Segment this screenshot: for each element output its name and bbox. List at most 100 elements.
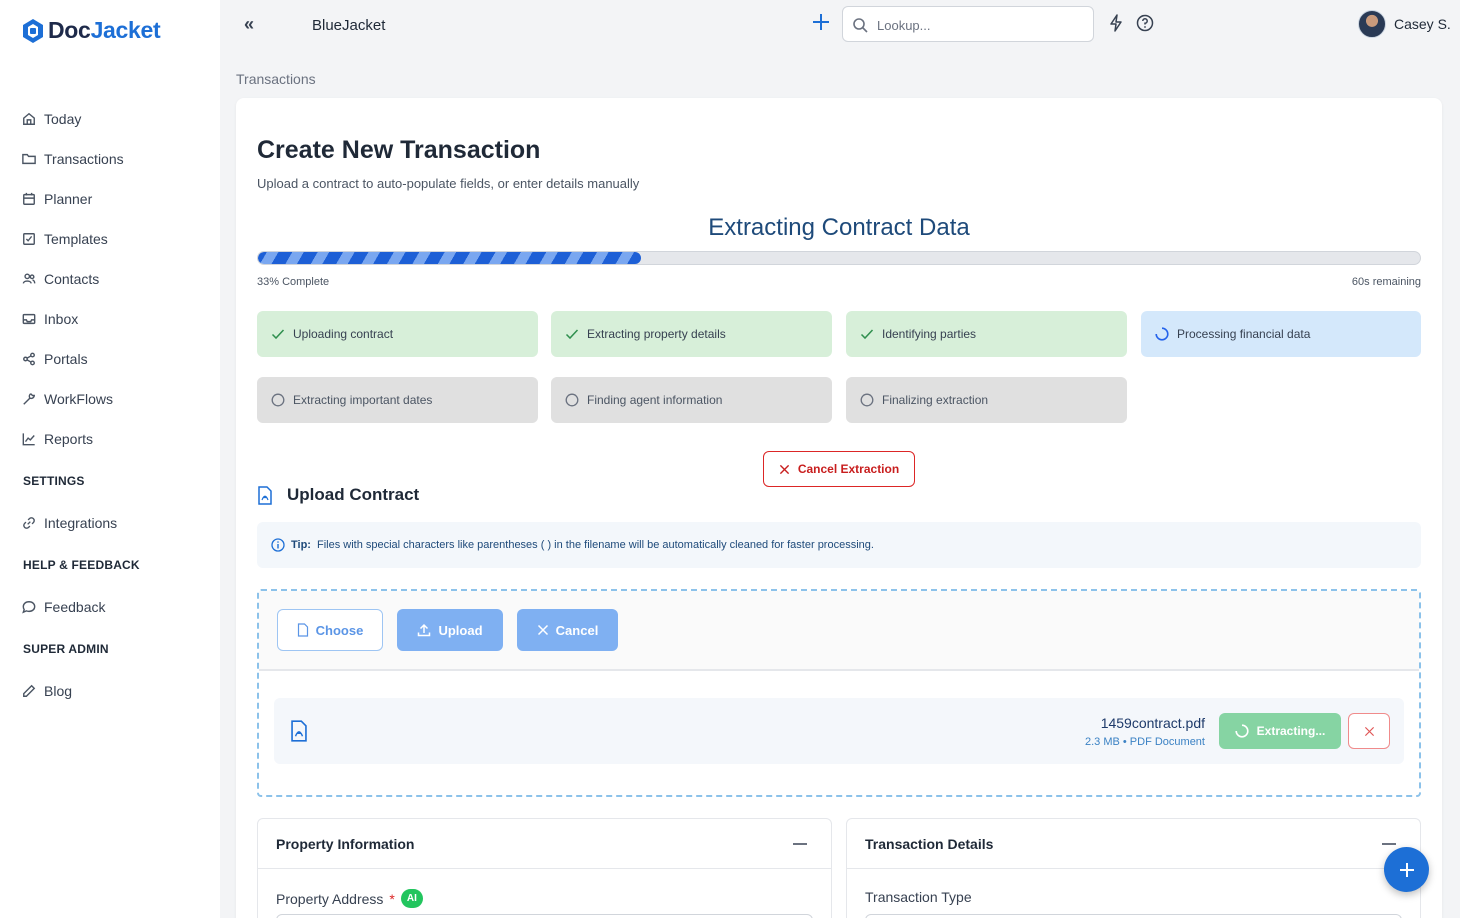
upload-toolbar: Choose Upload Cancel — [259, 591, 1419, 671]
property-address-label: Property Address * AI — [276, 889, 423, 908]
user-menu[interactable]: Casey S. — [1358, 10, 1451, 38]
share-icon — [23, 352, 35, 366]
progress-fill — [258, 252, 642, 264]
cancel-upload-button[interactable]: Cancel — [517, 609, 618, 651]
ai-badge: AI — [400, 889, 423, 908]
bolt-icon[interactable] — [1108, 14, 1124, 32]
pdf-file-icon — [291, 720, 307, 742]
plus-icon[interactable] — [810, 11, 832, 33]
check-icon — [860, 329, 874, 340]
upload-icon — [418, 623, 431, 637]
sidebar-item-inbox[interactable]: Inbox — [22, 309, 78, 329]
transaction-type-select[interactable] — [865, 914, 1402, 918]
minimize-icon[interactable] — [793, 843, 807, 845]
tip-text: Files with special characters like paren… — [316, 539, 874, 551]
sidebar-item-portals[interactable]: Portals — [22, 349, 88, 369]
sidebar-item-today[interactable]: Today — [22, 109, 81, 129]
file-name: 1459contract.pdf — [1100, 715, 1205, 731]
pencil-icon — [23, 684, 36, 697]
step-uploading-contract: Uploading contract — [257, 311, 538, 357]
search-icon — [853, 18, 868, 33]
cancel-extraction-label: Cancel Extraction — [797, 462, 900, 476]
search-box — [842, 6, 1094, 42]
sidebar-item-workflows[interactable]: WorkFlows — [22, 389, 113, 409]
sidebar-item-blog[interactable]: Blog — [22, 681, 72, 701]
home-icon — [23, 112, 35, 125]
cancel-upload-label: Cancel — [555, 622, 599, 638]
sidebar-item-contacts[interactable]: Contacts — [22, 269, 99, 289]
property-information-panel: Property Information Property Address * … — [257, 818, 832, 918]
circle-icon — [565, 393, 579, 407]
choose-button[interactable]: Choose — [277, 609, 383, 651]
extraction-title: Extracting Contract Data — [708, 214, 970, 241]
collapse-sidebar-icon[interactable]: « — [244, 14, 254, 35]
sidebar-item-label: Contacts — [44, 271, 100, 287]
logo-text: DocJacket — [48, 17, 161, 43]
panel-title: Property Information — [276, 835, 415, 852]
field-label-text: Transaction Type — [865, 889, 972, 905]
panel-header: Transaction Details — [847, 819, 1420, 869]
spinner-icon — [1155, 327, 1169, 341]
transaction-details-panel: Transaction Details Transaction Type — [846, 818, 1421, 918]
sidebar-item-label: Integrations — [44, 515, 118, 531]
sidebar-item-feedback[interactable]: Feedback — [22, 597, 105, 617]
pdf-file-icon — [258, 485, 272, 505]
required-mark: * — [389, 890, 395, 907]
choose-label: Choose — [315, 622, 364, 638]
sidebar-item-templates[interactable]: Templates — [22, 229, 108, 249]
floating-add-button[interactable] — [1384, 847, 1429, 892]
sidebar-item-integrations[interactable]: Integrations — [22, 513, 117, 533]
upload-contract-heading: Upload Contract — [257, 485, 419, 505]
sidebar-item-transactions[interactable]: Transactions — [22, 149, 124, 169]
step-processing-financial: Processing financial data — [1141, 311, 1421, 357]
extraction-progress-bar — [257, 251, 1421, 265]
folder-icon — [22, 153, 36, 165]
search-input[interactable] — [877, 15, 1077, 35]
upload-button[interactable]: Upload — [397, 609, 503, 651]
minimize-icon[interactable] — [1382, 843, 1396, 845]
spinner-icon — [1235, 724, 1249, 738]
extracting-label: Extracting... — [1256, 724, 1326, 738]
sidebar-item-reports[interactable]: Reports — [22, 429, 93, 449]
property-address-input[interactable] — [276, 914, 813, 918]
extracting-status-button: Extracting... — [1219, 713, 1341, 749]
org-name: BlueJacket — [312, 17, 386, 34]
sidebar-item-label: Reports — [44, 431, 94, 447]
file-dropzone[interactable]: Choose Upload Cancel 1459contract.pdf 2.… — [257, 589, 1421, 797]
step-label: Extracting important dates — [293, 393, 433, 407]
step-extracting-property: Extracting property details — [551, 311, 832, 357]
sidebar-item-label: Feedback — [44, 599, 106, 615]
sidebar-item-label: Planner — [44, 191, 93, 207]
file-icon — [297, 623, 308, 637]
wrench-icon — [23, 393, 35, 405]
logo[interactable]: DocJacket — [22, 17, 161, 44]
main-card: Create New Transaction Upload a contract… — [236, 98, 1442, 918]
checkbox-icon — [23, 233, 35, 245]
mail-icon — [22, 313, 36, 325]
uploaded-file-row: 1459contract.pdf 2.3 MB • PDF Document E… — [274, 698, 1404, 764]
sidebar-item-label: Inbox — [44, 311, 79, 327]
close-icon — [1364, 726, 1374, 736]
remove-file-button[interactable] — [1348, 713, 1390, 749]
circle-icon — [271, 393, 285, 407]
file-meta: 2.3 MB • PDF Document — [1084, 736, 1205, 748]
sidebar-item-label: WorkFlows — [44, 391, 113, 407]
cancel-extraction-button[interactable]: Cancel Extraction — [763, 451, 915, 487]
upload-label: Upload — [438, 622, 483, 638]
admin-heading: SUPER ADMIN — [23, 642, 109, 656]
sidebar-item-planner[interactable]: Planner — [22, 189, 92, 209]
help-icon[interactable] — [1136, 14, 1154, 32]
check-icon — [565, 329, 579, 340]
info-icon — [271, 538, 285, 552]
avatar — [1358, 10, 1386, 38]
settings-heading: SETTINGS — [23, 474, 85, 488]
breadcrumb[interactable]: Transactions — [236, 71, 316, 87]
chat-icon — [22, 601, 36, 614]
check-icon — [271, 329, 285, 340]
plus-icon — [1399, 862, 1414, 877]
step-label: Processing financial data — [1177, 327, 1311, 341]
sidebar: DocJacket Today Transactions Planner Tem… — [0, 0, 220, 918]
progress-remaining-label: 60s remaining — [1351, 276, 1421, 288]
tip-label: Tip: — [291, 539, 311, 551]
close-icon — [779, 464, 789, 474]
